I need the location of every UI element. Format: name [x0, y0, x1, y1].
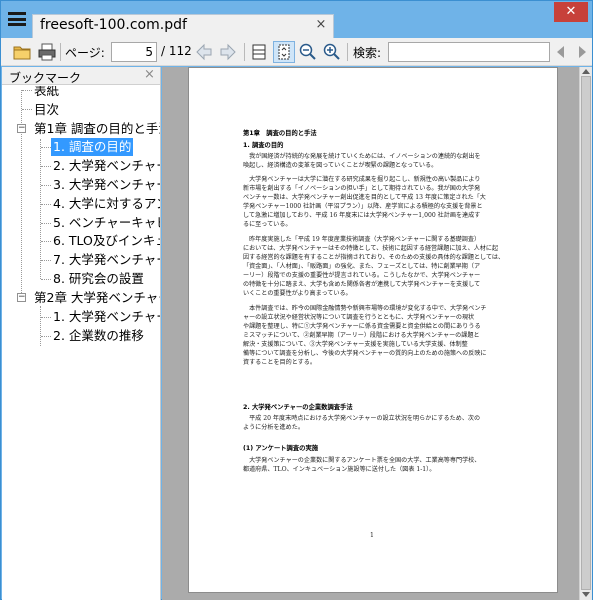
paragraph-line: 備等について調査を分析し、今後の大学発ベンチャーの質的向上のための施策への反映に — [243, 350, 487, 357]
paragraph-line: や課題を整理し、特に①大学発ベンチャーに係る資金需要と資金供給との間にありうる — [243, 323, 481, 330]
section-title: 1. 調査の目的 — [243, 142, 284, 149]
bookmark-label: 8. 研究会の設置 — [53, 271, 144, 286]
paragraph-line: 「資金面」、「人材面」、「販路面」の強化、また、フェーズとしては、特に創業早期（… — [243, 263, 481, 270]
bookmark-tree: 表紙 目次 − 第1章 調査の目的と手法 1. 調査の目的 2. 大学発ベンチャ… — [2, 86, 160, 600]
paragraph-line: 我が国経済が持続的な発展を続けていくためには、イノベーションの連続的な創出を — [243, 153, 481, 160]
page-number: 1 — [370, 532, 374, 539]
bookmark-panel-close-icon[interactable]: × — [144, 67, 155, 82]
bookmark-panel-header: ブックマーク × — [2, 67, 160, 85]
vertical-scrollbar[interactable] — [579, 67, 592, 600]
paragraph-line: 平成 20 年度末時点における大学発ベンチャーの設立状況を明らかにするため、次の — [243, 415, 481, 422]
paragraph-line: 大学発ベンチャーは大学に潜在する研究成果を掘り起こし、新規性の高い製品により — [243, 176, 481, 183]
zoom-in-icon[interactable] — [322, 42, 342, 62]
bookmark-label: 6. TLO及びインキュベ — [53, 233, 160, 248]
bookmark-item-1-2[interactable]: 2. 大学発ベンチャーの — [35, 157, 160, 175]
paragraph-line: いくことの重要性がより高まっている。 — [243, 290, 352, 297]
paragraph-line: の特徴を十分に踏まえ、大学も含めた関係各者が連携して大学発ベンチャーを支援して — [243, 281, 481, 288]
page-number-input[interactable] — [111, 42, 157, 62]
collapse-icon[interactable]: − — [17, 124, 26, 133]
bookmark-item-2-1[interactable]: 1. 大学発ベンチャーの — [35, 308, 160, 326]
search-next-icon[interactable] — [577, 42, 589, 62]
paragraph-line: ーリー）段階での支援の重要性が提言されている。こうしたなかで、大学発ベンチャー — [243, 272, 481, 279]
zoom-out-icon[interactable] — [298, 42, 318, 62]
tab-close-icon[interactable]: × — [314, 18, 328, 32]
bookmark-item-1-7[interactable]: 7. 大学発ベンチャー2 — [35, 251, 160, 269]
bookmark-label: 第2章 大学発ベンチャーの — [34, 290, 160, 305]
bookmark-label: 4. 大学に対するアンケ — [53, 196, 160, 211]
paragraph-line: においては、大学発ベンチャーはその特徴として、技術に起因する経営課題に加え、人材… — [243, 245, 499, 252]
paragraph-line: 都道府県、TLO、インキュベーション施設等に送付した（図表 1-1）。 — [243, 466, 436, 473]
bookmark-item-mokuji[interactable]: 目次 — [16, 101, 61, 119]
document-view[interactable]: 第1章 調査の目的と手法 1. 調査の目的 我が国経済が持続的な発展を続けていく… — [162, 67, 579, 600]
paragraph-line: ベンチャー数は、大学発ベンチャー創出促進を目的として平成 13 年度に策定された… — [243, 194, 486, 201]
bookmark-label: 2. 企業数の推移 — [53, 328, 144, 343]
back-arrow-icon[interactable] — [194, 42, 214, 62]
paragraph-line: るに至っている。 — [243, 221, 292, 228]
paragraph-line: して急激に増加しており、平成 16 年度末には大学発ベンチャー1,000 社計画… — [243, 212, 481, 219]
bookmark-item-1-8[interactable]: 8. 研究会の設置 — [35, 270, 146, 288]
chapter-title: 第1章 調査の目的と手法 — [243, 130, 317, 137]
bookmark-item-chapter2[interactable]: − 第2章 大学発ベンチャーの — [16, 289, 160, 307]
title-bar: freesoft-100.com.pdf × ✕ — [1, 1, 592, 38]
paragraph-line: 大学発ベンチャーの企業数に関するアンケート票を全国の大学、工業高等専門学校、 — [243, 457, 481, 464]
open-folder-icon[interactable] — [12, 42, 32, 62]
bookmark-label: 1. 調査の目的 — [51, 138, 134, 156]
search-input[interactable] — [388, 42, 550, 62]
toolbar-separator — [60, 43, 61, 61]
bookmark-item-1-6[interactable]: 6. TLO及びインキュベ — [35, 232, 160, 250]
window-close-button[interactable]: ✕ — [554, 2, 588, 22]
bookmark-label: 表紙 — [34, 86, 60, 98]
paragraph-line: 解決・支援策について、③大学発ベンチャー支援を実施している大学支援、体制整 — [243, 341, 468, 348]
bookmark-item-1-4[interactable]: 4. 大学に対するアンケ — [35, 195, 160, 213]
tab-title: freesoft-100.com.pdf — [40, 17, 187, 33]
paragraph-line: 新市場を創出する「イノベーションの担い手」として期待されている。我が国の大学発 — [243, 185, 481, 192]
bookmark-label: 目次 — [34, 102, 60, 117]
bookmark-item-hyoushi[interactable]: 表紙 — [16, 86, 61, 100]
scroll-down-icon[interactable] — [582, 592, 590, 597]
paragraph-line: 本件調査では、昨今の国際金融情勢や新興市場等の環境が変化する中で、大学発ベンチ — [243, 305, 487, 312]
collapse-icon[interactable]: − — [17, 293, 26, 302]
paragraph-line: 因する経営的な課題を有することが指摘されており、そのための支援の具体的な課題とし… — [243, 254, 505, 261]
pdf-page: 第1章 調査の目的と手法 1. 調査の目的 我が国経済が持続的な発展を続けていく… — [188, 67, 558, 593]
section-title: (1) アンケート調査の実施 — [243, 445, 319, 452]
fit-page-icon[interactable] — [249, 42, 269, 62]
paragraph-line: ミスマッチについて、②創業早期（アーリー）段階における大学発ベンチャーの課題と — [243, 332, 480, 339]
bookmark-item-1-1[interactable]: 1. 調査の目的 — [35, 138, 134, 156]
scrollbar-thumb[interactable] — [581, 76, 591, 590]
bookmark-label: 1. 大学発ベンチャーの — [53, 309, 160, 324]
hamburger-menu-icon[interactable] — [8, 10, 26, 28]
page-total: / 112 — [161, 44, 192, 58]
bookmark-item-1-3[interactable]: 3. 大学発ベンチャー( — [35, 176, 160, 194]
section-title: 2. 大学発ベンチャーの企業数調査手法 — [243, 404, 353, 411]
paragraph-line: ように分析を進めた。 — [243, 424, 304, 431]
paragraph-line: 昨年度実施した「平成 19 年度産業技術調査（大学発ベンチャーに関する基礎調査） — [243, 236, 481, 243]
bookmark-label: 第1章 調査の目的と手法 — [34, 121, 160, 136]
bookmark-label: 7. 大学発ベンチャー2 — [53, 252, 160, 267]
fit-width-icon[interactable] — [273, 41, 295, 63]
paragraph-line: ャーの設立状況や経営状況等について調査を行うとともに、大学発ベンチャーの現状 — [243, 314, 475, 321]
bookmark-item-chapter1[interactable]: − 第1章 調査の目的と手法 — [16, 120, 160, 138]
bookmark-label: 2. 大学発ベンチャーの — [53, 158, 160, 173]
paragraph-line: 学発ベンチャー1000 社計画（平沼プラン）」以降、産学官による積極的な支援を背… — [243, 203, 483, 210]
document-tab[interactable]: freesoft-100.com.pdf × — [32, 14, 334, 38]
bookmark-panel-title: ブックマーク — [9, 71, 82, 85]
paragraph-line: 資することを目的とする。 — [243, 359, 316, 366]
bookmark-label: 3. 大学発ベンチャー( — [53, 177, 160, 192]
print-icon[interactable] — [37, 42, 57, 62]
bookmark-label: 5. ベンチャーキャピタル — [53, 215, 160, 230]
app-window: freesoft-100.com.pdf × ✕ ページ: / 112 — [0, 0, 593, 600]
scroll-up-icon[interactable] — [582, 69, 590, 74]
toolbar-separator — [347, 43, 348, 61]
page-label: ページ: — [65, 46, 105, 60]
paragraph-line: 喚起し、経済構造の変革を図っていくことが喫緊の課題となっている。 — [243, 162, 438, 169]
bookmark-item-1-5[interactable]: 5. ベンチャーキャピタル — [35, 214, 160, 232]
bookmark-panel: ブックマーク × 表紙 目次 − 第1章 調査の目的と手法 1. 調査の目的 2… — [2, 67, 161, 600]
toolbar: ページ: / 112 — [1, 38, 592, 66]
search-label: 検索: — [353, 46, 382, 60]
forward-arrow-icon[interactable] — [218, 42, 238, 62]
toolbar-separator — [244, 43, 245, 61]
bookmark-item-2-2[interactable]: 2. 企業数の推移 — [35, 327, 146, 345]
search-prev-icon[interactable] — [554, 42, 566, 62]
